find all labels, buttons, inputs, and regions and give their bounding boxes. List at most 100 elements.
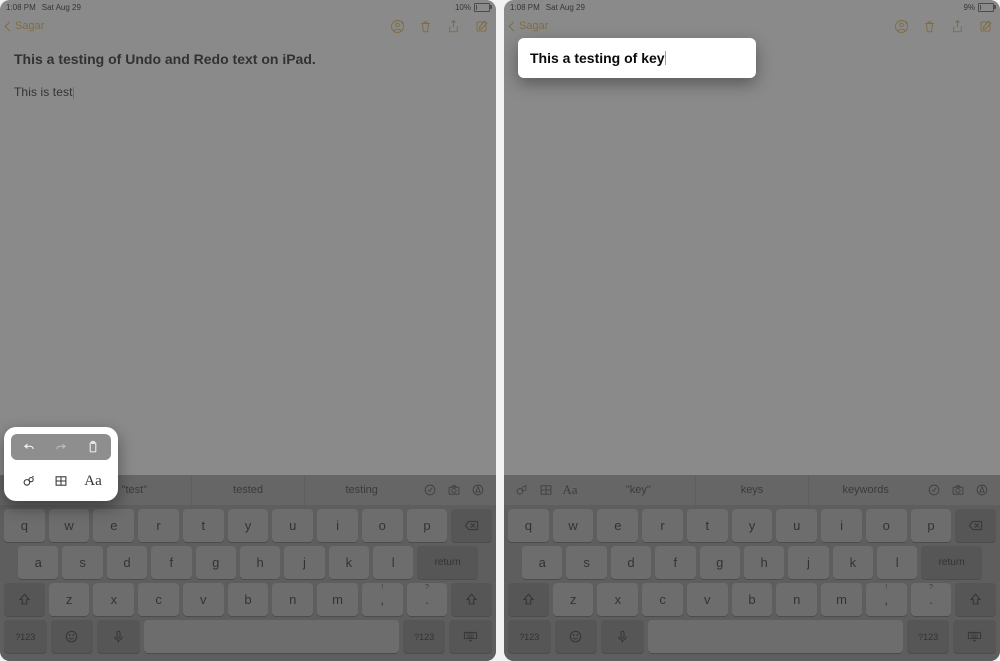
key-j[interactable]: j — [284, 546, 324, 579]
key-g[interactable]: g — [700, 546, 740, 579]
key-w[interactable]: w — [49, 509, 90, 542]
key-u[interactable]: u — [776, 509, 817, 542]
key-j[interactable]: j — [788, 546, 828, 579]
redo-icon[interactable] — [48, 436, 74, 458]
key-space[interactable] — [144, 620, 399, 653]
key-r[interactable]: r — [642, 509, 683, 542]
key-d[interactable]: d — [611, 546, 651, 579]
key-v[interactable]: v — [687, 583, 728, 616]
key-n[interactable]: n — [272, 583, 313, 616]
key-y[interactable]: y — [732, 509, 773, 542]
undo-icon[interactable] — [16, 436, 42, 458]
key-k[interactable]: k — [329, 546, 369, 579]
key-q[interactable]: q — [508, 509, 549, 542]
key-m[interactable]: m — [317, 583, 358, 616]
key-emoji[interactable] — [51, 620, 94, 653]
shortcut-menu-icon[interactable] — [510, 483, 534, 497]
key-numbers-right[interactable]: ?123 — [907, 620, 950, 653]
key-a[interactable]: a — [522, 546, 562, 579]
key-space[interactable] — [648, 620, 903, 653]
key-shift-right[interactable] — [955, 583, 996, 616]
key-z[interactable]: z — [49, 583, 90, 616]
markup-icon[interactable] — [970, 483, 994, 497]
suggestion-3[interactable]: keywords — [808, 475, 922, 505]
key-m[interactable]: m — [821, 583, 862, 616]
paste-icon[interactable] — [80, 436, 106, 458]
key-v[interactable]: v — [183, 583, 224, 616]
key-numbers-right[interactable]: ?123 — [403, 620, 446, 653]
key-t[interactable]: t — [687, 509, 728, 542]
key-b[interactable]: b — [228, 583, 269, 616]
key-b[interactable]: b — [732, 583, 773, 616]
back-button[interactable]: Sagar — [510, 20, 548, 32]
shortcut-menu-icon-popup[interactable] — [16, 470, 42, 492]
trash-icon[interactable] — [920, 17, 938, 35]
key-backspace[interactable] — [451, 509, 492, 542]
key-i[interactable]: i — [317, 509, 358, 542]
key-period[interactable]: ?. — [911, 583, 952, 616]
collaborate-icon[interactable] — [388, 17, 406, 35]
table-icon[interactable] — [534, 483, 558, 497]
key-backspace[interactable] — [955, 509, 996, 542]
key-mic[interactable] — [601, 620, 644, 653]
key-f[interactable]: f — [151, 546, 191, 579]
share-icon[interactable] — [444, 17, 462, 35]
key-r[interactable]: r — [138, 509, 179, 542]
key-comma[interactable]: !, — [362, 583, 403, 616]
format-icon-popup[interactable]: Aa — [80, 470, 106, 492]
key-e[interactable]: e — [93, 509, 134, 542]
key-h[interactable]: h — [744, 546, 784, 579]
key-dismiss[interactable] — [953, 620, 996, 653]
suggestion-2[interactable]: keys — [695, 475, 809, 505]
key-period[interactable]: ?. — [407, 583, 448, 616]
compose-icon[interactable] — [472, 17, 490, 35]
key-shift[interactable] — [508, 583, 549, 616]
key-q[interactable]: q — [4, 509, 45, 542]
key-p[interactable]: p — [911, 509, 952, 542]
key-z[interactable]: z — [553, 583, 594, 616]
key-c[interactable]: c — [138, 583, 179, 616]
key-l[interactable]: l — [373, 546, 413, 579]
back-button[interactable]: Sagar — [6, 20, 44, 32]
key-p[interactable]: p — [407, 509, 448, 542]
suggestion-3[interactable]: testing — [304, 475, 418, 505]
key-mic[interactable] — [97, 620, 140, 653]
key-numbers[interactable]: ?123 — [4, 620, 47, 653]
camera-icon[interactable] — [442, 483, 466, 497]
key-i[interactable]: i — [821, 509, 862, 542]
camera-icon[interactable] — [946, 483, 970, 497]
key-y[interactable]: y — [228, 509, 269, 542]
key-k[interactable]: k — [833, 546, 873, 579]
key-return[interactable]: return — [417, 546, 478, 579]
key-s[interactable]: s — [566, 546, 606, 579]
key-t[interactable]: t — [183, 509, 224, 542]
key-return[interactable]: return — [921, 546, 982, 579]
key-n[interactable]: n — [776, 583, 817, 616]
key-o[interactable]: o — [866, 509, 907, 542]
format-icon[interactable]: Aa — [558, 482, 582, 498]
key-e[interactable]: e — [597, 509, 638, 542]
key-o[interactable]: o — [362, 509, 403, 542]
key-x[interactable]: x — [597, 583, 638, 616]
note-title-highlight[interactable]: This a testing of key — [518, 38, 756, 78]
suggestion-1[interactable]: "key" — [582, 475, 695, 505]
key-d[interactable]: d — [107, 546, 147, 579]
checklist-icon[interactable] — [922, 483, 946, 497]
key-x[interactable]: x — [93, 583, 134, 616]
compose-icon[interactable] — [976, 17, 994, 35]
key-shift-right[interactable] — [451, 583, 492, 616]
key-numbers[interactable]: ?123 — [508, 620, 551, 653]
key-h[interactable]: h — [240, 546, 280, 579]
key-emoji[interactable] — [555, 620, 598, 653]
key-a[interactable]: a — [18, 546, 58, 579]
checklist-icon[interactable] — [418, 483, 442, 497]
key-g[interactable]: g — [196, 546, 236, 579]
share-icon[interactable] — [948, 17, 966, 35]
suggestion-2[interactable]: tested — [191, 475, 305, 505]
key-f[interactable]: f — [655, 546, 695, 579]
key-comma[interactable]: !, — [866, 583, 907, 616]
markup-icon[interactable] — [466, 483, 490, 497]
key-w[interactable]: w — [553, 509, 594, 542]
collaborate-icon[interactable] — [892, 17, 910, 35]
key-dismiss[interactable] — [449, 620, 492, 653]
